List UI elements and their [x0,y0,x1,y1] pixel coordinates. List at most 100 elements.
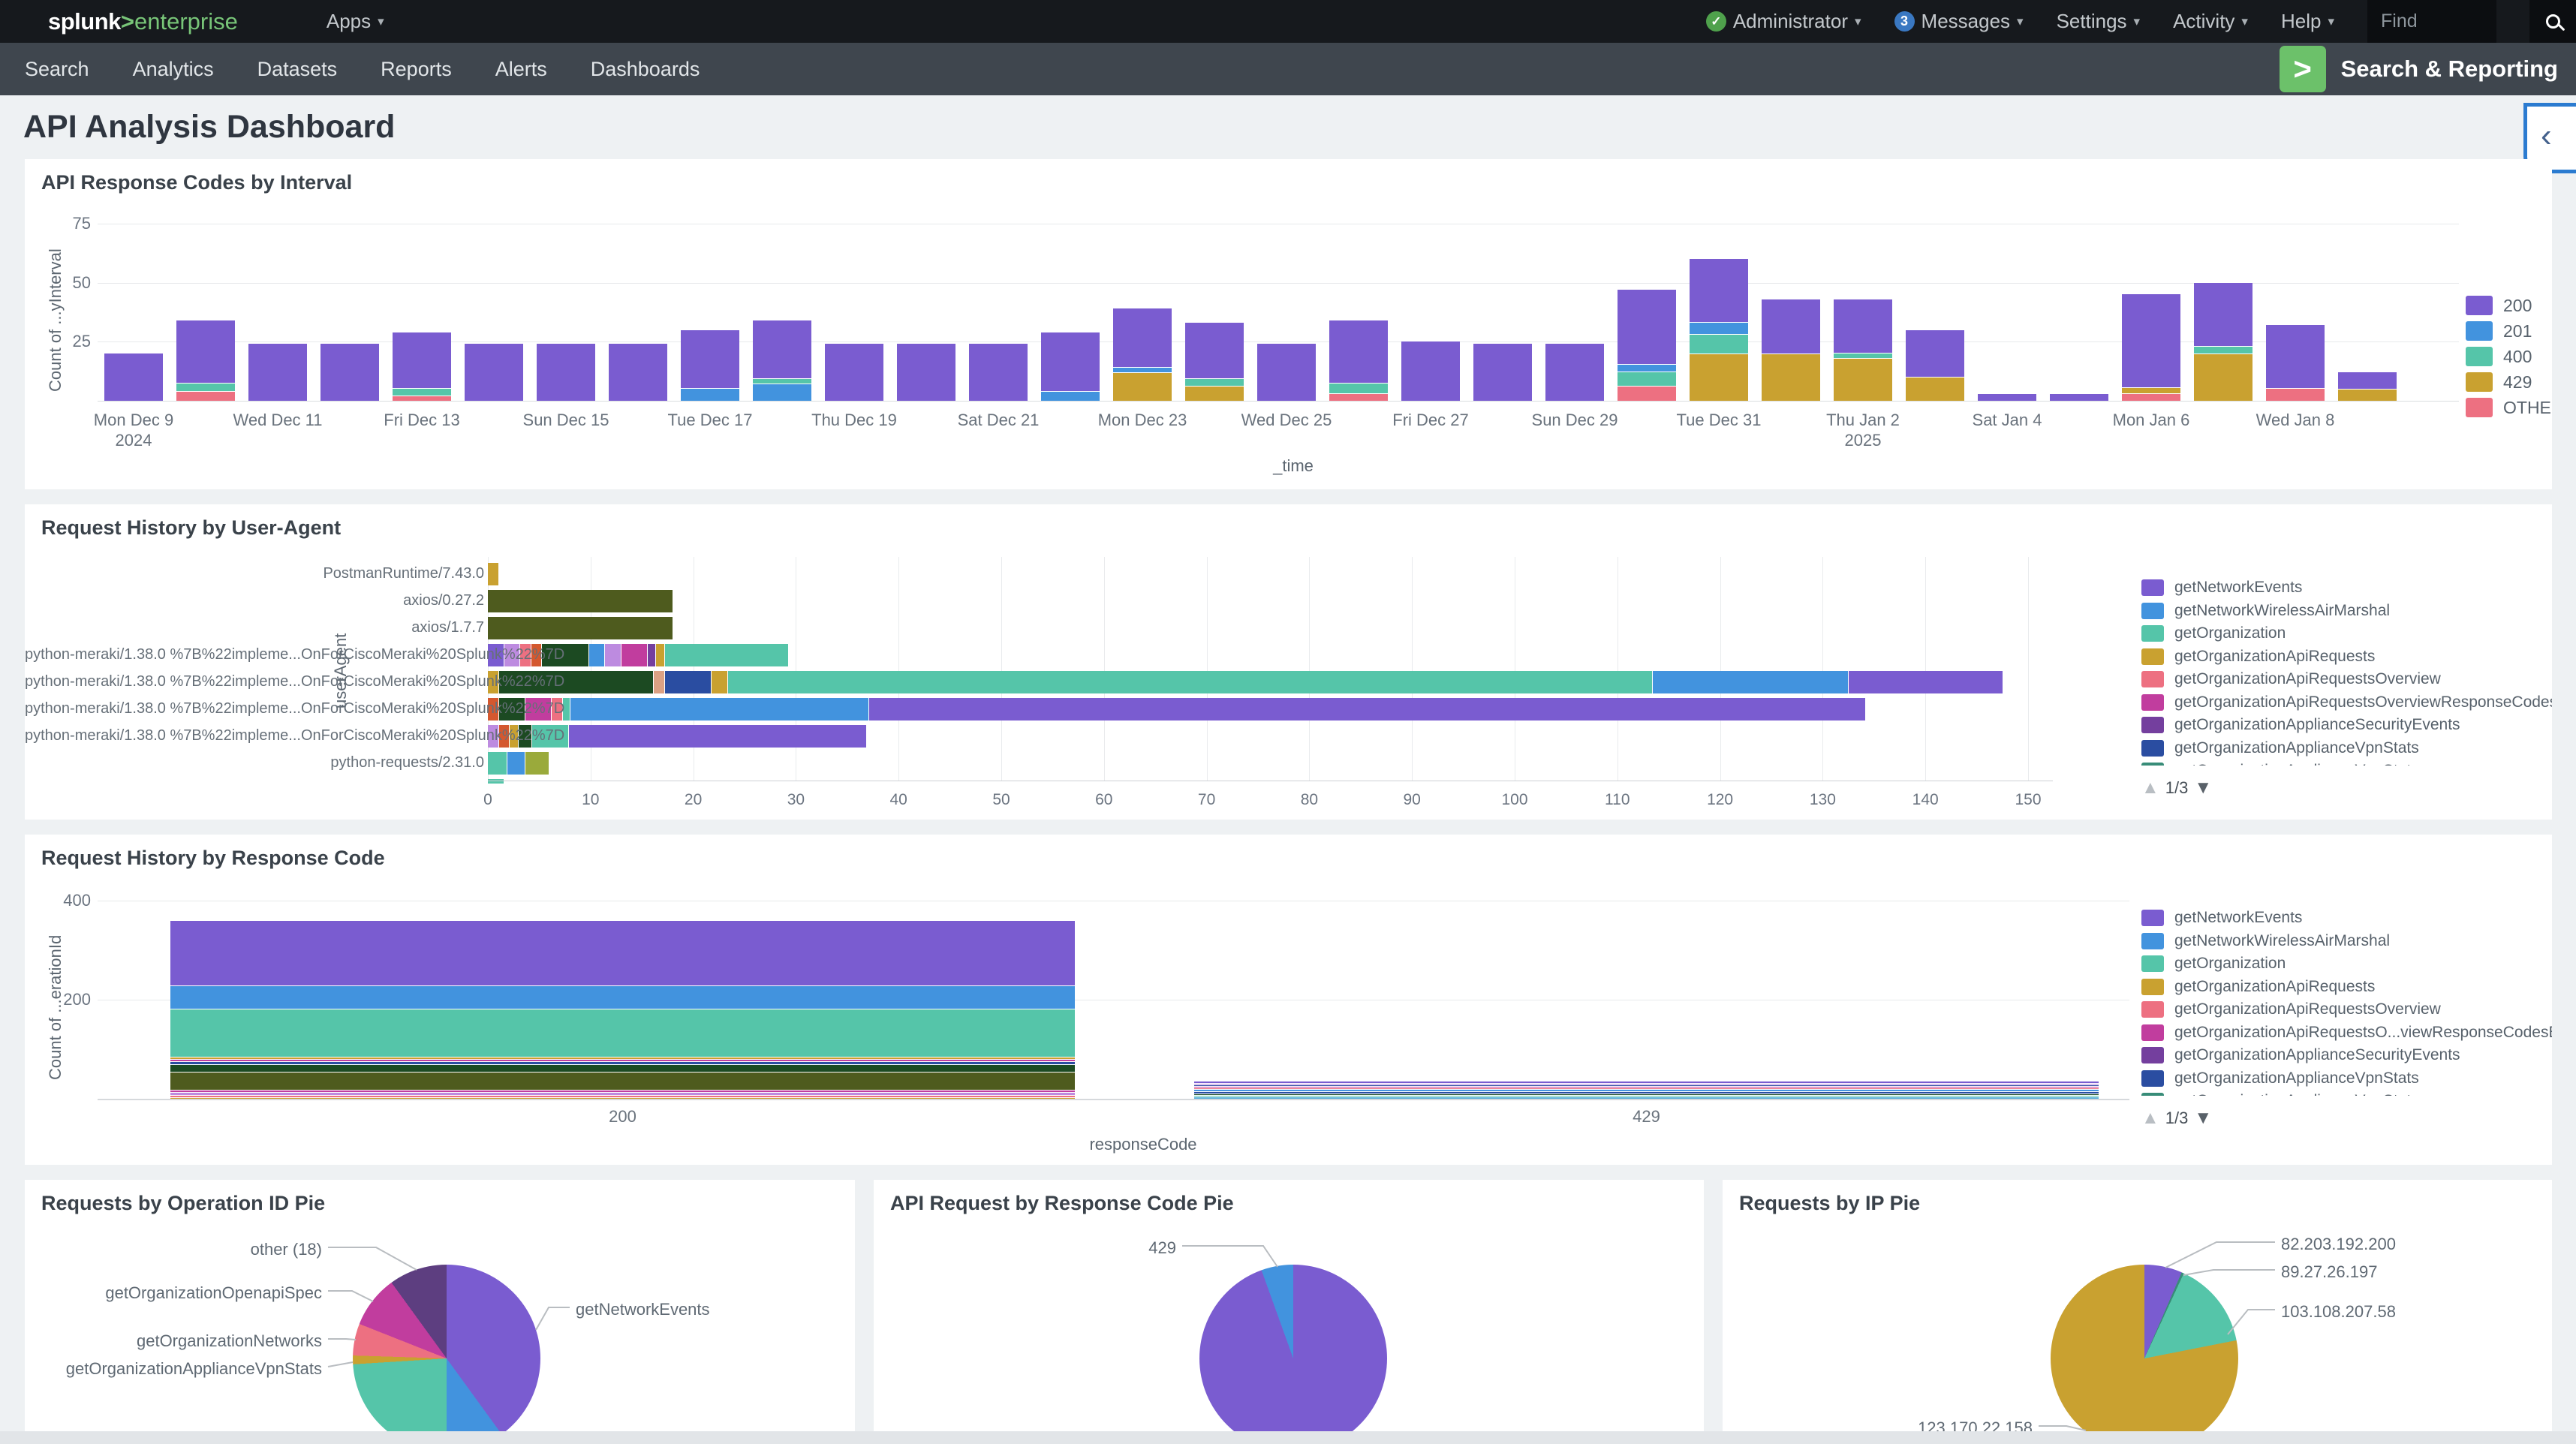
stacked-bar[interactable] [1690,259,1748,401]
x-axis-tick-label: Fri Dec 27 [1367,410,1494,430]
stacked-bar[interactable] [1545,344,1604,401]
horizontal-scrollbar[interactable] [0,1431,2576,1444]
current-app[interactable]: > Search & Reporting [2280,46,2558,92]
stacked-bar[interactable] [2338,372,2397,401]
legend-item[interactable]: getNetworkWirelessAirMarshal [2141,930,2552,953]
stacked-bar[interactable] [1834,299,1892,401]
legend-item[interactable]: 429 [2466,369,2552,395]
pie-callout-label: 82.203.192.200 [2281,1235,2396,1254]
stacked-bar[interactable] [248,344,307,401]
legend-page-down-icon[interactable]: ▼ [2194,1108,2212,1129]
legend-item[interactable]: getOrganizationApiRequests [2141,645,2552,669]
stacked-bar[interactable] [969,344,1028,401]
legend-item[interactable]: getOrganizationApplianceSecurityEvents [2141,1044,2552,1067]
legend-item[interactable]: getOrganizationApiRequestsOverviewRespon… [2141,691,2552,714]
y-axis-tick-label: 75 [31,214,91,233]
legend-item[interactable]: getOrganizationApplianceVpnStats [2141,737,2552,760]
legend-item[interactable]: getOrganizationApplianceVpnStats [2141,1067,2552,1091]
stacked-bar[interactable] [176,320,235,401]
appbar-item-reports[interactable]: Reports [381,58,452,81]
search-button[interactable] [2529,0,2576,43]
legend-item[interactable]: getOrganizationApplianceSecurityEvents [2141,714,2552,737]
appbar-item-search[interactable]: Search [25,58,89,81]
appbar-item-alerts[interactable]: Alerts [495,58,547,81]
stacked-bar[interactable] [393,332,451,401]
stacked-bar[interactable] [2194,283,2252,401]
stacked-bar[interactable] [1473,344,1532,401]
tick-line: Thu Jan 2 [1799,410,1927,430]
bar-segment [589,644,605,666]
stacked-bar[interactable] [1401,341,1460,401]
legend-item[interactable]: getOrganizationApplianceVpnStatuses [2141,1090,2552,1096]
stacked-bar[interactable] [1329,320,1388,401]
stacked-bar[interactable] [2122,294,2180,401]
legend-item[interactable]: getOrganizationApiRequests [2141,976,2552,999]
legend-page-down-icon[interactable]: ▼ [2194,778,2212,799]
legend-item[interactable]: 200 [2466,293,2552,318]
stacked-bar[interactable] [537,344,595,401]
legend-swatch [2141,955,2164,972]
panel-response-codes-by-interval: API Response Codes by Interval Count of … [25,159,2552,489]
help-menu[interactable]: Help ▾ [2281,10,2334,33]
activity-menu[interactable]: Activity ▾ [2173,10,2248,33]
splunk-logo[interactable]: splunk > enterprise [48,8,238,35]
stacked-bar[interactable] [2266,325,2325,401]
stacked-bar[interactable] [1185,323,1244,401]
bar-segment [1194,1097,2099,1099]
stacked-bar[interactable] [1762,299,1820,401]
stacked-bar[interactable] [320,344,379,401]
legend-item[interactable]: getOrganizationApiRequestsO...viewRespon… [2141,1021,2552,1045]
stacked-bar[interactable] [1906,330,1964,401]
legend-item[interactable]: getOrganizationApiRequestsOverview [2141,668,2552,691]
pie-chart[interactable] [1199,1265,1387,1431]
legend-item[interactable]: 400 [2466,344,2552,369]
legend-item[interactable]: getNetworkEvents [2141,907,2552,930]
stacked-bar[interactable] [897,344,955,401]
legend-item[interactable]: getOrganizationApplianceVpnStatuses [2141,760,2552,766]
appbar-item-analytics[interactable]: Analytics [133,58,214,81]
stacked-bar[interactable] [1618,290,1676,401]
legend-item[interactable]: 201 [2466,318,2552,344]
settings-menu[interactable]: Settings ▾ [2057,10,2141,33]
stacked-hbar[interactable] [488,563,498,585]
stacked-hbar[interactable] [488,617,673,639]
stacked-hbar[interactable] [488,698,1865,720]
administrator-menu[interactable]: ✓ Administrator ▾ [1706,10,1861,33]
stacked-bar[interactable] [1257,344,1316,401]
apps-menu[interactable]: Apps ▾ [327,10,384,33]
stacked-bar[interactable] [2050,394,2108,401]
stacked-bar[interactable] [681,330,739,401]
legend-item[interactable]: OTHER [2466,395,2552,420]
pie-chart[interactable] [353,1265,540,1431]
stacked-bar[interactable] [825,344,883,401]
messages-menu[interactable]: 3 Messages ▾ [1894,10,2024,33]
stacked-hbar[interactable] [488,590,673,612]
appbar-item-datasets[interactable]: Datasets [257,58,338,81]
legend-item[interactable]: getOrganization [2141,622,2552,645]
pie-chart[interactable] [2051,1265,2238,1431]
stacked-bar[interactable] [1978,394,2036,401]
find-search-input[interactable] [2381,11,2456,32]
bar-segment [1329,394,1388,401]
legend-item[interactable]: getOrganizationApiRequestsOverview [2141,998,2552,1021]
stacked-bar[interactable] [1194,1081,2099,1099]
legend-swatch [2141,694,2164,711]
legend-item[interactable]: getNetworkWirelessAirMarshal [2141,600,2552,623]
legend-item[interactable]: getNetworkEvents [2141,576,2552,600]
stacked-bar[interactable] [609,344,667,401]
stacked-bar[interactable] [465,344,523,401]
bar-segment [1329,320,1388,383]
stacked-hbar[interactable] [488,671,2003,693]
find-search-box[interactable] [2367,0,2496,43]
stacked-bar[interactable] [1113,308,1172,401]
stacked-bar[interactable] [170,921,1075,1099]
stacked-bar[interactable] [753,320,811,401]
legend-item[interactable]: getOrganization [2141,952,2552,976]
stacked-hbar[interactable] [488,779,504,784]
stacked-bar[interactable] [1041,332,1100,401]
appbar-item-dashboards[interactable]: Dashboards [591,58,700,81]
stacked-hbar[interactable] [488,752,549,775]
legend-page-up-icon[interactable]: ▲ [2141,778,2159,799]
stacked-bar[interactable] [104,353,163,401]
legend-page-up-icon[interactable]: ▲ [2141,1108,2159,1129]
